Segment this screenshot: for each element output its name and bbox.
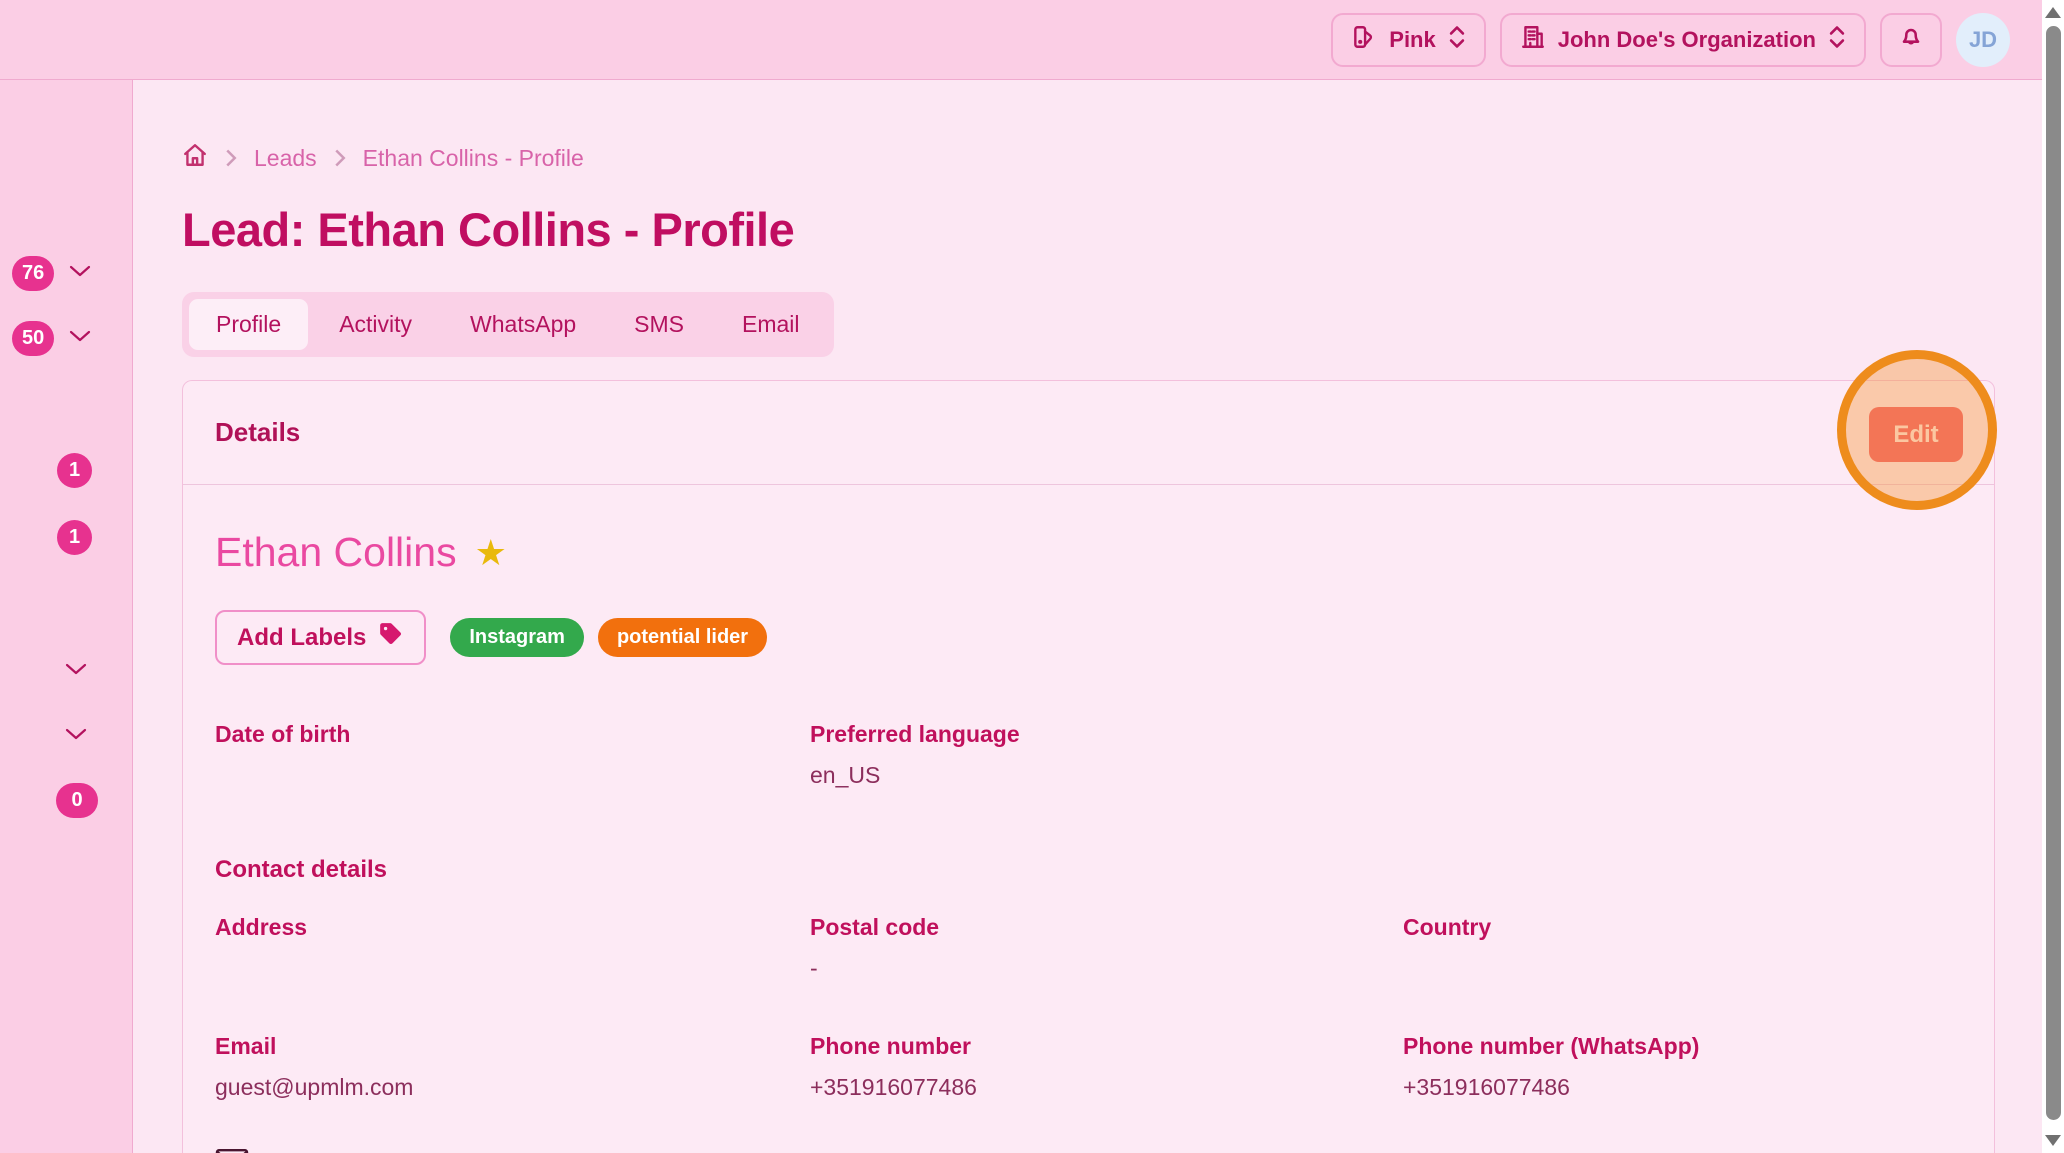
field-row-address: Address Postal code - Country <box>215 914 1962 983</box>
notifications-button[interactable] <box>1880 13 1942 67</box>
user-avatar[interactable]: JD <box>1956 13 2010 67</box>
sidebar-item-6[interactable] <box>64 727 88 746</box>
add-labels-button[interactable]: Add Labels <box>215 610 426 665</box>
chevron-right-icon <box>333 148 347 168</box>
field-date-of-birth: Date of birth <box>215 721 810 790</box>
scroll-down-arrow-icon[interactable] <box>2045 1135 2061 1146</box>
tag-icon <box>378 621 404 654</box>
field-address: Address <box>215 914 810 983</box>
sidebar-item-4[interactable]: 1 <box>57 520 92 555</box>
label-badge-instagram[interactable]: Instagram <box>450 618 584 657</box>
main-content: Leads Ethan Collins - Profile Lead: Etha… <box>133 80 2042 1153</box>
topbar: Pink John Doe's Organization <box>0 0 2042 80</box>
details-card-header: Details <box>183 381 1994 485</box>
tab-whatsapp[interactable]: WhatsApp <box>443 299 603 350</box>
chevron-down-icon <box>64 662 88 681</box>
field-country: Country <box>1403 914 1962 983</box>
sidebar-item-3[interactable]: 1 <box>57 453 92 488</box>
updown-chevron-icon <box>1828 24 1846 56</box>
scrollbar-thumb[interactable] <box>2046 26 2061 1120</box>
building-icon <box>1520 24 1546 56</box>
sidebar-item-7[interactable]: 0 <box>56 783 98 818</box>
tab-profile[interactable]: Profile <box>189 299 308 350</box>
star-icon[interactable]: ★ <box>475 535 507 571</box>
contact-details-heading: Contact details <box>215 856 1962 884</box>
tab-sms[interactable]: SMS <box>607 299 711 350</box>
page-title: Lead: Ethan Collins - Profile <box>182 202 1995 257</box>
sidebar-item-2[interactable]: 50 <box>12 321 92 356</box>
breadcrumb-leads[interactable]: Leads <box>254 145 317 172</box>
lead-name: Ethan Collins ★ <box>215 529 1962 576</box>
count-badge: 1 <box>57 520 92 555</box>
breadcrumb: Leads Ethan Collins - Profile <box>182 80 1995 174</box>
count-badge: 1 <box>57 453 92 488</box>
updown-chevron-icon <box>1448 24 1466 56</box>
sidebar-item-5[interactable] <box>64 662 88 681</box>
palette-icon <box>1351 24 1377 56</box>
breadcrumb-current[interactable]: Ethan Collins - Profile <box>363 145 584 172</box>
scroll-up-arrow-icon[interactable] <box>2045 7 2061 18</box>
tab-activity[interactable]: Activity <box>312 299 439 350</box>
field-row-email-phones: Email guest@upmlm.com Phone number +3519… <box>215 1033 1962 1102</box>
send-email-icon-row <box>215 1148 1962 1153</box>
field-email: Email guest@upmlm.com <box>215 1033 810 1102</box>
field-postal-code: Postal code - <box>810 914 1403 983</box>
chevron-right-icon <box>224 148 238 168</box>
home-icon[interactable] <box>182 142 208 174</box>
theme-label: Pink <box>1389 27 1435 53</box>
field-preferred-language: Preferred language en_US <box>810 721 1403 790</box>
chevron-down-icon <box>64 727 88 746</box>
chevron-down-icon <box>68 329 92 348</box>
organization-label: John Doe's Organization <box>1558 27 1816 53</box>
field-phone-whatsapp: Phone number (WhatsApp) +351916077486 <box>1403 1033 1962 1102</box>
avatar-initials: JD <box>1969 27 1997 53</box>
details-card: Details Edit Ethan Collins ★ Add Labels <box>182 380 1995 1153</box>
card-title: Details <box>215 417 300 448</box>
count-badge: 50 <box>12 321 54 356</box>
field-phone-number: Phone number +351916077486 <box>810 1033 1403 1102</box>
label-badge-potential-lider[interactable]: potential lider <box>598 618 767 657</box>
labels-row: Add Labels Instagram potential lider <box>215 610 1962 665</box>
email-value[interactable]: guest@upmlm.com <box>215 1074 810 1102</box>
count-badge: 0 <box>56 783 98 818</box>
tab-email[interactable]: Email <box>715 299 827 350</box>
organization-selector[interactable]: John Doe's Organization <box>1500 13 1866 67</box>
sidebar: 76 50 1 1 0 <box>0 80 133 1153</box>
edit-button[interactable]: Edit <box>1869 407 1963 462</box>
sidebar-item-1[interactable]: 76 <box>12 256 92 291</box>
details-card-body: Ethan Collins ★ Add Labels Instagram pot… <box>183 485 1994 1153</box>
bell-icon <box>1897 23 1925 57</box>
count-badge: 76 <box>12 256 54 291</box>
theme-selector[interactable]: Pink <box>1331 13 1485 67</box>
vertical-scrollbar[interactable] <box>2042 0 2064 1153</box>
tab-bar: Profile Activity WhatsApp SMS Email <box>182 292 834 357</box>
field-row-birth-language: Date of birth Preferred language en_US <box>215 721 1962 790</box>
chevron-down-icon <box>68 264 92 283</box>
